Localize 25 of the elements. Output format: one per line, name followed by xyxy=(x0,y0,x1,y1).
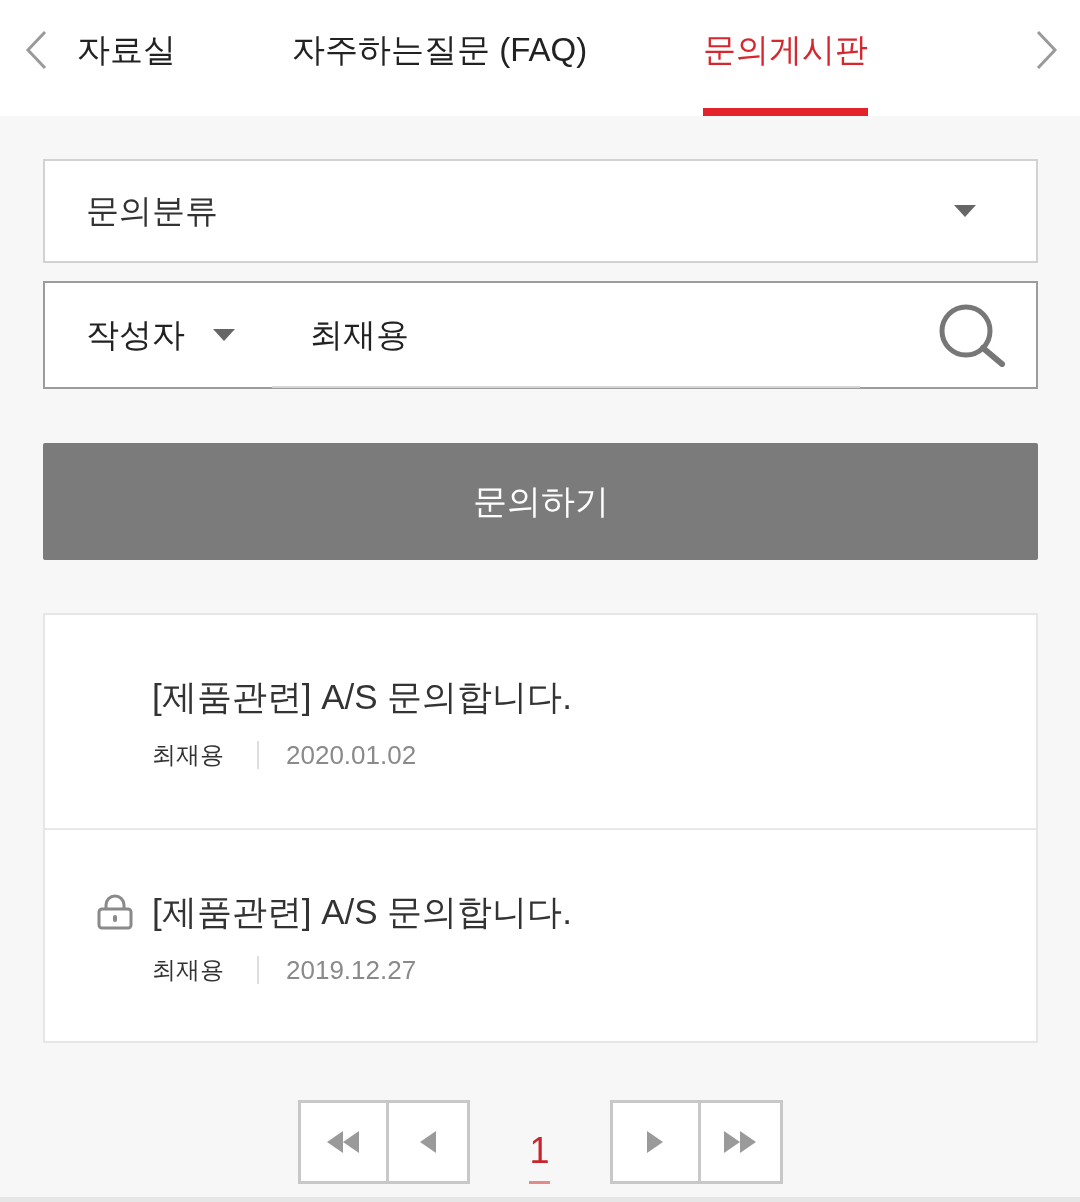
left-triangle-icon xyxy=(419,1131,436,1153)
search-button[interactable] xyxy=(938,303,1006,367)
search-type-dropdown[interactable]: 작성자 xyxy=(45,283,272,387)
tab[interactable]: 문의게시판 xyxy=(703,0,869,116)
post-date: 2019.12.27 xyxy=(286,954,417,986)
chevron-right-icon xyxy=(1036,30,1058,70)
post-author: 최재용 xyxy=(152,955,224,985)
scroll-left-button[interactable] xyxy=(25,30,47,70)
page-number[interactable]: 1 xyxy=(529,1100,550,1184)
double-right-triangle-icon xyxy=(724,1131,756,1153)
caret-icon xyxy=(213,329,235,341)
tab[interactable]: 자주하는질문 (FAQ) xyxy=(292,0,588,116)
caret-icon xyxy=(954,205,976,217)
post-date: 2020.01.02 xyxy=(286,739,417,771)
chevron-left-icon xyxy=(25,30,47,70)
post-title[interactable]: [제품관련] A/S 문의합니다. xyxy=(152,673,573,721)
post-author: 최재용 xyxy=(152,740,224,770)
search-icon xyxy=(938,303,1006,367)
tab[interactable]: 자료실 xyxy=(77,0,176,116)
scroll-right-button[interactable] xyxy=(1036,30,1058,70)
post-title[interactable]: [제품관련] A/S 문의합니다. xyxy=(152,888,573,936)
category-dropdown[interactable]: 문의분류 xyxy=(43,159,1038,263)
double-left-triangle-icon xyxy=(327,1131,359,1153)
right-triangle-icon xyxy=(647,1131,663,1153)
ask-button[interactable]: 문의하기 xyxy=(43,443,1038,560)
